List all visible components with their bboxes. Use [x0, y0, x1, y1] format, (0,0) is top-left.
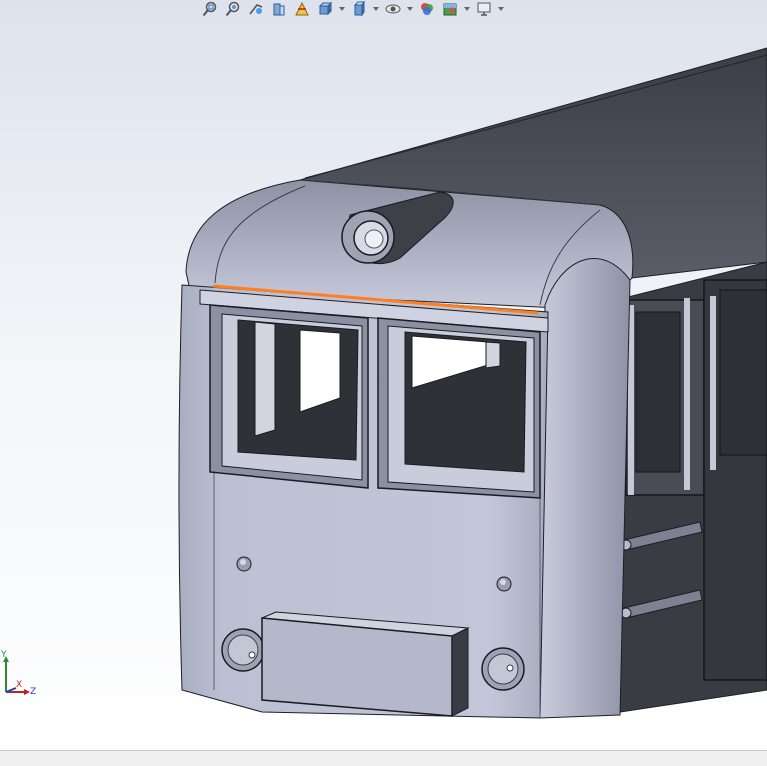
edit-appearance-icon	[421, 3, 433, 15]
dynamic-annotation-icon	[295, 1, 309, 16]
section-view-button[interactable]	[269, 1, 289, 18]
view-settings-dropdown[interactable]	[497, 1, 505, 18]
apply-scene-button[interactable]	[440, 1, 460, 18]
buffer-box-front	[261, 617, 453, 717]
zoom-to-area-button[interactable]	[223, 1, 243, 18]
hide-show-items-icon	[385, 4, 401, 14]
heads-up-view-toolbar	[200, 0, 505, 18]
hide-show-items-dropdown[interactable]	[406, 1, 414, 18]
display-style-icon	[353, 1, 365, 17]
section-view-icon	[273, 3, 285, 16]
zoom-to-area-icon	[225, 1, 240, 17]
zoom-to-fit-icon	[202, 1, 217, 17]
apply-scene-icon	[443, 3, 457, 16]
side-window-glass-2	[719, 289, 767, 456]
apply-scene-dropdown[interactable]	[463, 1, 471, 18]
display-style-dropdown[interactable]	[372, 1, 380, 18]
chevron-down-icon	[373, 7, 379, 11]
view-settings-button[interactable]	[474, 1, 494, 18]
buffer-box-side	[451, 627, 469, 717]
reference-triad: Y X Z	[0, 650, 42, 700]
status-bar	[0, 750, 767, 766]
chevron-down-icon	[464, 7, 470, 11]
zoom-to-fit-button[interactable]	[200, 1, 220, 18]
hide-show-items-button[interactable]	[383, 1, 403, 18]
triad-y-label: Y	[1, 650, 7, 660]
tram-model[interactable]	[0, 0, 767, 750]
triad-z-label: Z	[30, 687, 37, 697]
edit-appearance-button[interactable]	[417, 1, 437, 18]
front-right-corner	[539, 258, 631, 719]
dynamic-annotation-button[interactable]	[292, 1, 312, 18]
chevron-down-icon	[498, 7, 504, 11]
previous-view-icon	[249, 4, 263, 15]
chevron-down-icon	[407, 7, 413, 11]
view-orientation-button[interactable]	[315, 1, 335, 18]
graphics-viewport[interactable]	[0, 0, 767, 750]
display-style-button[interactable]	[349, 1, 369, 18]
chevron-down-icon	[339, 7, 345, 11]
side-window-glass-1	[635, 311, 681, 473]
view-orientation-icon	[318, 1, 333, 16]
previous-view-button[interactable]	[246, 1, 266, 18]
view-settings-icon	[477, 2, 491, 16]
triad-x-label: X	[16, 680, 23, 690]
view-orientation-dropdown[interactable]	[338, 1, 346, 18]
